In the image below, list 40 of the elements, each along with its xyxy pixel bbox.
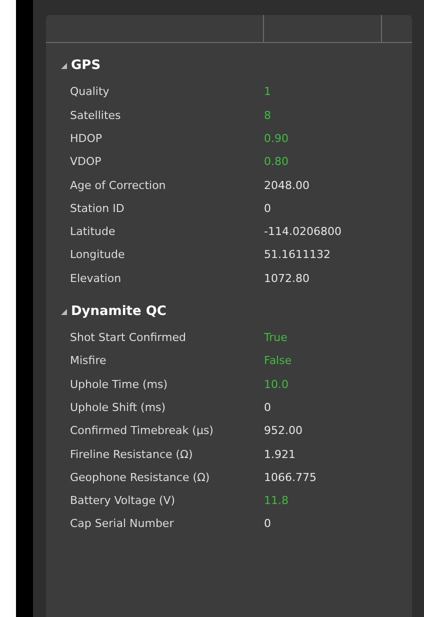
property-value: 952.00	[264, 423, 302, 440]
property-value: 0.80	[264, 154, 288, 170]
property-label: VDOP	[69, 154, 102, 170]
property-value: -114.0206800	[264, 224, 342, 240]
property-value: 1072.80	[264, 270, 310, 287]
property-value: 0.90	[264, 130, 288, 147]
property-label: Uphole Shift (ms)	[69, 400, 167, 416]
property-label: Fireline Resistance (Ω)	[69, 446, 194, 463]
property-label: Longitude	[69, 247, 126, 264]
property-label: Cap Serial Number	[69, 516, 175, 532]
property-label: Elevation	[69, 270, 122, 287]
property-label: Confirmed Timebreak (µs)	[69, 423, 214, 440]
property-value: 0	[264, 516, 271, 532]
property-value: 51.1611132	[264, 247, 330, 264]
expander-icon[interactable]	[61, 308, 67, 315]
property-label: Quality	[69, 84, 110, 100]
property-value: 1	[264, 84, 271, 100]
property-value: 10.0	[264, 376, 288, 393]
property-label: Battery Voltage (V)	[69, 493, 176, 510]
property-label: Misfire	[69, 353, 108, 370]
property-value: 0	[264, 200, 271, 217]
property-label: HDOP	[69, 130, 104, 147]
property-label: Uphole Time (ms)	[69, 376, 169, 393]
section-title: Dynamite QC	[71, 302, 166, 321]
property-value: False	[264, 353, 292, 370]
property-label: Station ID	[69, 200, 126, 217]
property-value: 11.8	[264, 493, 288, 510]
property-value: 1.921	[264, 446, 296, 463]
property-value: 1066.775	[264, 470, 316, 486]
section-title: GPS	[71, 57, 101, 76]
property-label: Age of Correction	[69, 178, 167, 194]
property-label: Shot Start Confirmed	[69, 330, 187, 346]
property-value: True	[264, 330, 288, 346]
property-label: Geophone Resistance (Ω)	[69, 470, 211, 486]
expander-icon[interactable]	[61, 63, 67, 69]
property-label: Latitude	[69, 224, 116, 240]
property-value: 8	[264, 108, 271, 124]
property-value: 0	[264, 400, 271, 416]
property-label: Satellites	[69, 108, 122, 124]
property-value: 2048.00	[264, 178, 310, 194]
